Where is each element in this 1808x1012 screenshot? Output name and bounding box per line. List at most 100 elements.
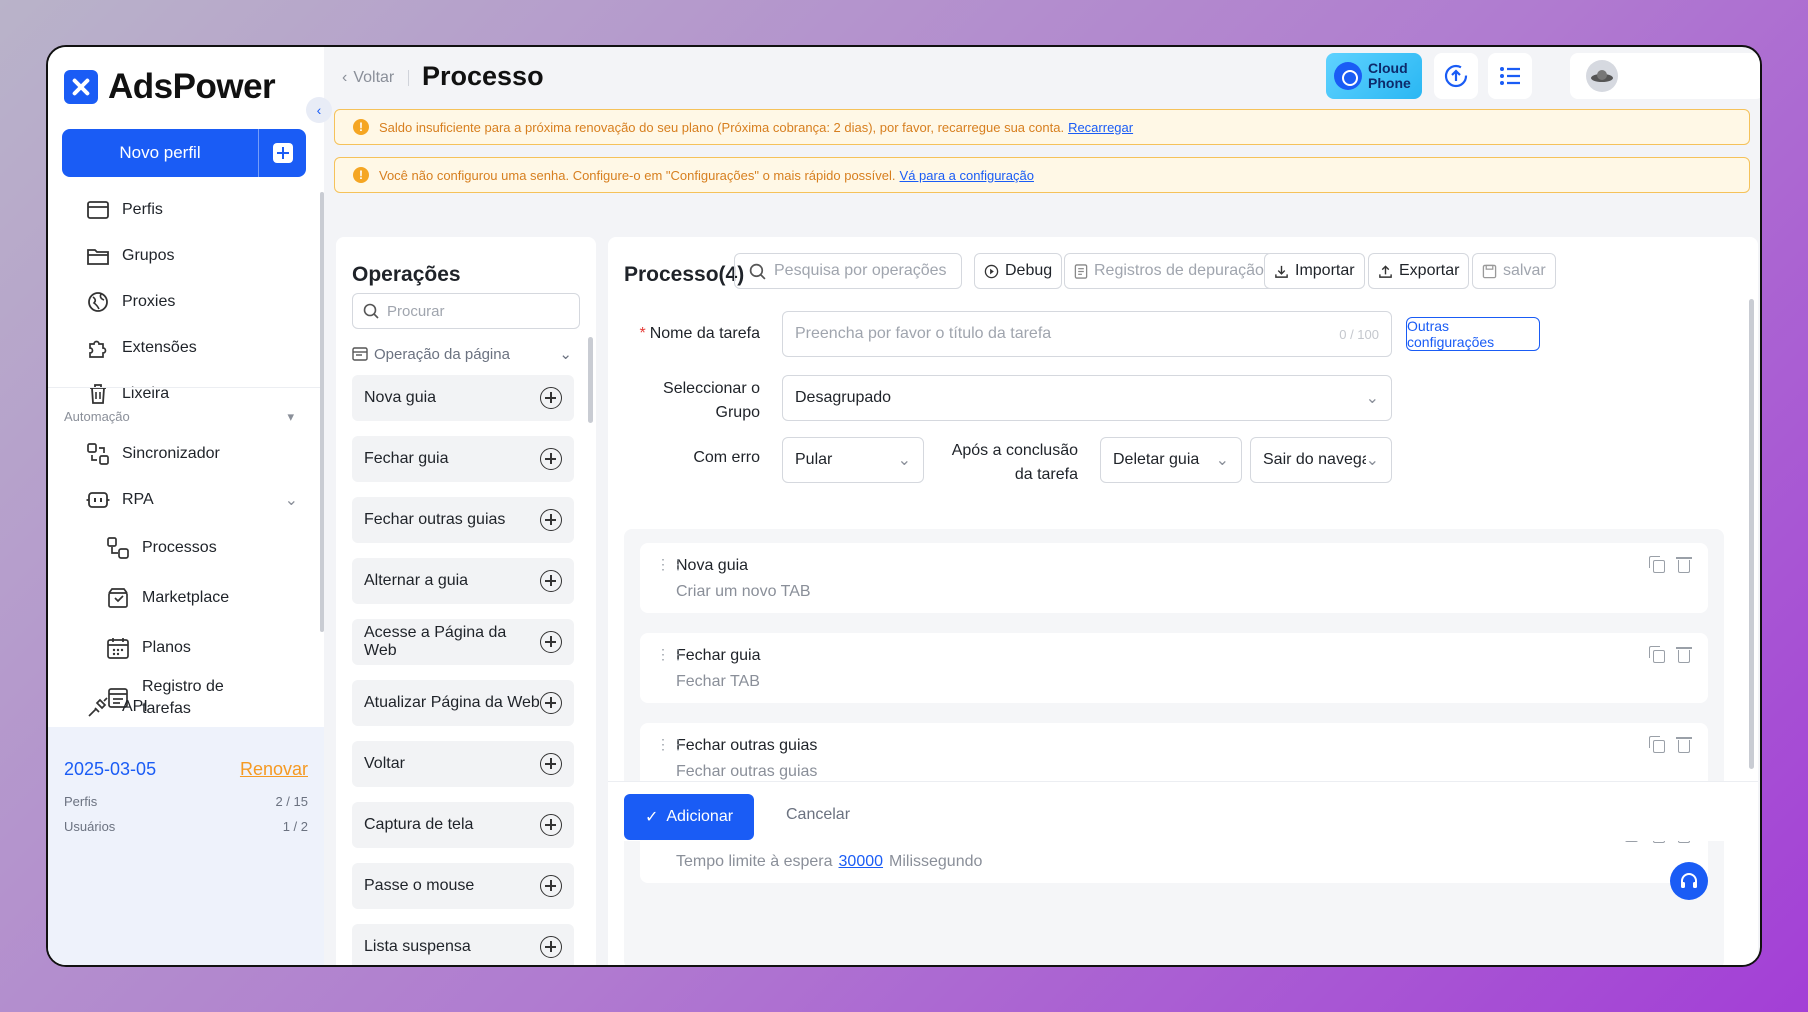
batch-add-button[interactable] [258,129,306,177]
copy-icon[interactable] [1649,646,1666,663]
step-description: Tempo limite à espera 30000 Milissegundo [676,853,983,870]
sidebar-item-extensoes[interactable]: Extensões [48,325,324,371]
sidebar-item-api[interactable]: API [48,689,324,725]
delete-icon[interactable] [1676,737,1692,753]
brand-logo[interactable]: AdsPower [64,67,276,107]
automation-section-header[interactable]: Automação ▾ [64,409,294,425]
avatar [1586,60,1618,92]
search-icon [363,303,379,319]
new-profile-button[interactable]: Novo perfil [62,129,306,177]
process-step[interactable]: ⋮⋮ Fechar guia Fechar TAB [640,633,1708,703]
operation-item-acesse-pagina[interactable]: Acesse a Página da Web [352,619,574,665]
add-label: Adicionar [666,808,734,825]
drag-handle-icon[interactable]: ⋮⋮ [656,647,686,661]
add-circle-icon[interactable] [540,448,562,470]
save-button[interactable]: salvar [1472,253,1556,289]
copy-icon[interactable] [1649,736,1666,753]
add-circle-icon[interactable] [540,936,562,958]
puzzle-icon [86,336,110,360]
operations-list: Nova guia Fechar guia Fechar outras guia… [352,375,574,965]
process-step[interactable]: ⋮⋮ Nova guia Criar um novo TAB [640,543,1708,613]
operation-item-nova-guia[interactable]: Nova guia [352,375,574,421]
back-button[interactable]: ‹ Voltar [342,69,410,87]
add-circle-icon[interactable] [540,875,562,897]
step-title: Nova guia [676,557,749,574]
after-completion-browser-select[interactable]: Sair do navegador ⌄ [1250,437,1392,483]
process-panel: Processo(4) Pesquisa por operações Debug… [608,237,1758,965]
export-label: Exportar [1399,262,1460,279]
sidebar-item-marketplace[interactable]: Marketplace [48,573,324,623]
operations-panel: Operações Procurar Operação da página ⌄ … [336,237,596,965]
add-button[interactable]: ✓ Adicionar [624,794,754,840]
after-completion-tab-select[interactable]: Deletar guia ⌄ [1100,437,1242,483]
add-circle-icon[interactable] [540,509,562,531]
sidebar-item-processos[interactable]: Processos [48,523,324,573]
cloud-phone-label: Cloud Phone [1368,60,1411,91]
add-circle-icon[interactable] [540,631,562,653]
operations-scrollbar[interactable] [588,337,593,423]
required-asterisk: * [639,325,646,342]
add-circle-icon[interactable] [540,753,562,775]
upgrade-button[interactable] [1434,53,1478,99]
export-button[interactable]: Exportar [1368,253,1470,289]
folder-icon [86,244,110,268]
main-nav: Perfis Grupos Proxies Extensões Lixeira [48,187,324,417]
process-search-input[interactable]: Pesquisa por operações [734,253,962,289]
search-icon [749,263,766,280]
renew-link[interactable]: Renovar [240,759,308,780]
cancel-button[interactable]: Cancelar [786,806,850,824]
operation-item-lista-suspensa[interactable]: Lista suspensa [352,924,574,965]
import-button[interactable]: Importar [1264,253,1365,289]
user-menu[interactable] [1570,53,1760,99]
operation-item-atualizar-pagina[interactable]: Atualizar Página da Web [352,680,574,726]
sidebar-item-perfis[interactable]: Perfis [48,187,324,233]
cloud-phone-button[interactable]: Cloud Phone [1326,53,1422,99]
add-circle-icon[interactable] [540,692,562,714]
task-list-button[interactable] [1488,53,1532,99]
task-name-input[interactable]: Preencha por favor o título da tarefa 0 … [782,311,1392,357]
automation-nav: Sincronizador RPA ⌄ [48,431,324,523]
operations-search-input[interactable]: Procurar [352,293,580,329]
sidebar-item-planos[interactable]: Planos [48,623,324,673]
plus-square-icon [272,143,293,163]
browser-window-icon [86,198,110,222]
other-settings-button[interactable]: Outras configurações [1406,317,1540,351]
add-circle-icon[interactable] [540,814,562,836]
support-chat-button[interactable] [1670,862,1708,900]
collapse-sidebar-button[interactable]: ‹ [306,97,332,123]
import-label: Importar [1295,262,1355,279]
plan-card: 2025-03-05 Renovar Perfis 2 / 15 Usuário… [48,727,324,965]
operation-item-passe-o-mouse[interactable]: Passe o mouse [352,863,574,909]
brand-name: AdsPower [108,67,276,106]
sidebar-item-proxies[interactable]: Proxies [48,279,324,325]
group-select[interactable]: Desagrupado ⌄ [782,375,1392,421]
ufo-avatar-icon [1591,70,1613,82]
operation-item-fechar-outras-guias[interactable]: Fechar outras guias [352,497,574,543]
check-icon: ✓ [644,809,659,826]
on-error-value: Pular [795,451,833,468]
recharge-link[interactable]: Recarregar [1068,120,1133,135]
go-to-settings-link[interactable]: Vá para a configuração [900,168,1034,183]
copy-icon[interactable] [1649,556,1666,573]
debug-logs-button[interactable]: Registros de depuração [1064,253,1274,289]
sidebar-item-rpa[interactable]: RPA ⌄ [48,477,324,523]
operation-item-captura-de-tela[interactable]: Captura de tela [352,802,574,848]
operation-item-alternar-guia[interactable]: Alternar a guia [352,558,574,604]
delete-icon[interactable] [1676,647,1692,663]
drag-handle-icon[interactable]: ⋮⋮ [656,557,686,571]
sidebar-item-sincronizador[interactable]: Sincronizador [48,431,324,477]
sidebar-item-label: RPA [122,491,154,508]
operation-item-voltar[interactable]: Voltar [352,741,574,787]
debug-button[interactable]: Debug [974,253,1063,289]
delete-icon[interactable] [1676,557,1692,573]
add-circle-icon[interactable] [540,387,562,409]
operations-category-toggle[interactable]: Operação da página ⌄ [352,345,572,363]
add-circle-icon[interactable] [540,570,562,592]
process-scrollbar[interactable] [1749,299,1754,769]
on-error-select[interactable]: Pular ⌄ [782,437,924,483]
sidebar-item-grupos[interactable]: Grupos [48,233,324,279]
operation-label: Atualizar Página da Web [364,694,540,711]
timeout-value-link[interactable]: 30000 [839,853,884,870]
drag-handle-icon[interactable]: ⋮⋮ [656,737,686,751]
operation-item-fechar-guia[interactable]: Fechar guia [352,436,574,482]
